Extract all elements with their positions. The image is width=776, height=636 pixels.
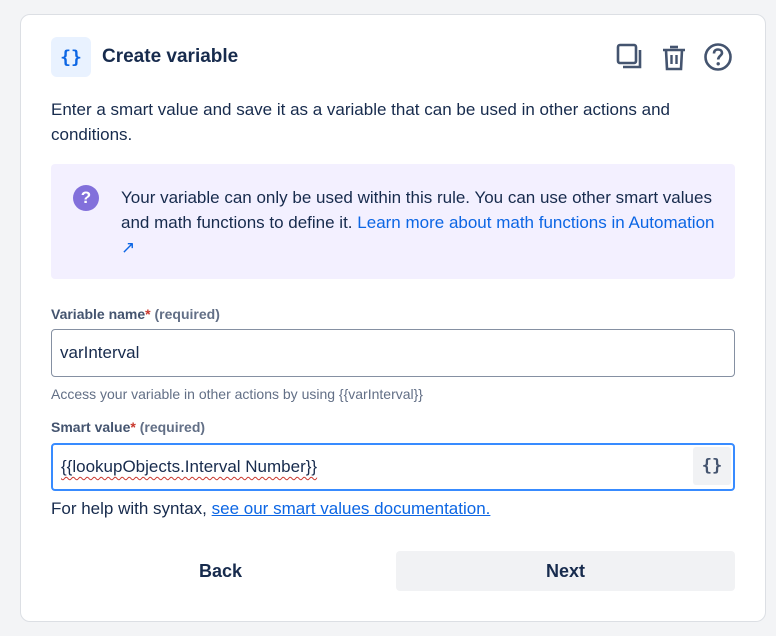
required-text: (required): [154, 306, 220, 322]
variable-name-label-text: Variable name: [51, 306, 146, 322]
variable-name-label: Variable name* (required): [51, 306, 220, 322]
next-button[interactable]: Next: [396, 551, 735, 591]
smart-values-docs-link[interactable]: see our smart values documentation.: [212, 499, 491, 518]
question-glyph: ?: [80, 188, 92, 207]
info-text: Your variable can only be used within th…: [121, 185, 721, 260]
smart-value-label-text: Smart value: [51, 419, 131, 435]
required-star: *: [130, 419, 136, 435]
curly-braces-icon: {}: [51, 37, 91, 77]
delete-button[interactable]: [657, 39, 691, 75]
back-button[interactable]: Back: [51, 551, 390, 591]
smart-value-input[interactable]: {{lookupObjects.Interval Number}} {}: [51, 443, 735, 491]
panel-header: {} Create variable: [51, 37, 735, 77]
help-circle-icon: [704, 43, 732, 71]
trash-icon: [663, 45, 685, 71]
duplicate-icon: [616, 43, 642, 69]
syntax-help: For help with syntax, see our smart valu…: [51, 499, 490, 519]
description: Enter a smart value and save it as a var…: [51, 100, 670, 144]
curly-braces-icon: {}: [701, 456, 723, 476]
help-button[interactable]: [701, 39, 735, 75]
create-variable-panel: {} Create variable Enter a smart value a…: [20, 14, 766, 622]
info-banner: ? Your variable can only be used within …: [51, 164, 735, 279]
insert-smart-value-button[interactable]: {}: [693, 447, 731, 485]
variable-name-helper: Access your variable in other actions by…: [51, 386, 423, 402]
smart-value-value: {{lookupObjects.Interval Number}}: [61, 457, 318, 476]
variable-name-input[interactable]: varInterval: [51, 329, 735, 377]
question-icon: ?: [73, 185, 99, 211]
header-actions: [613, 39, 735, 75]
syntax-help-prefix: For help with syntax,: [51, 499, 207, 518]
curly-braces-glyph: {}: [60, 46, 82, 68]
variable-name-value: varInterval: [60, 343, 140, 362]
smart-value-label: Smart value* (required): [51, 419, 205, 435]
required-text: (required): [139, 419, 206, 435]
duplicate-button[interactable]: [613, 39, 647, 75]
required-star: *: [145, 306, 151, 322]
page-title: Create variable: [102, 46, 239, 67]
